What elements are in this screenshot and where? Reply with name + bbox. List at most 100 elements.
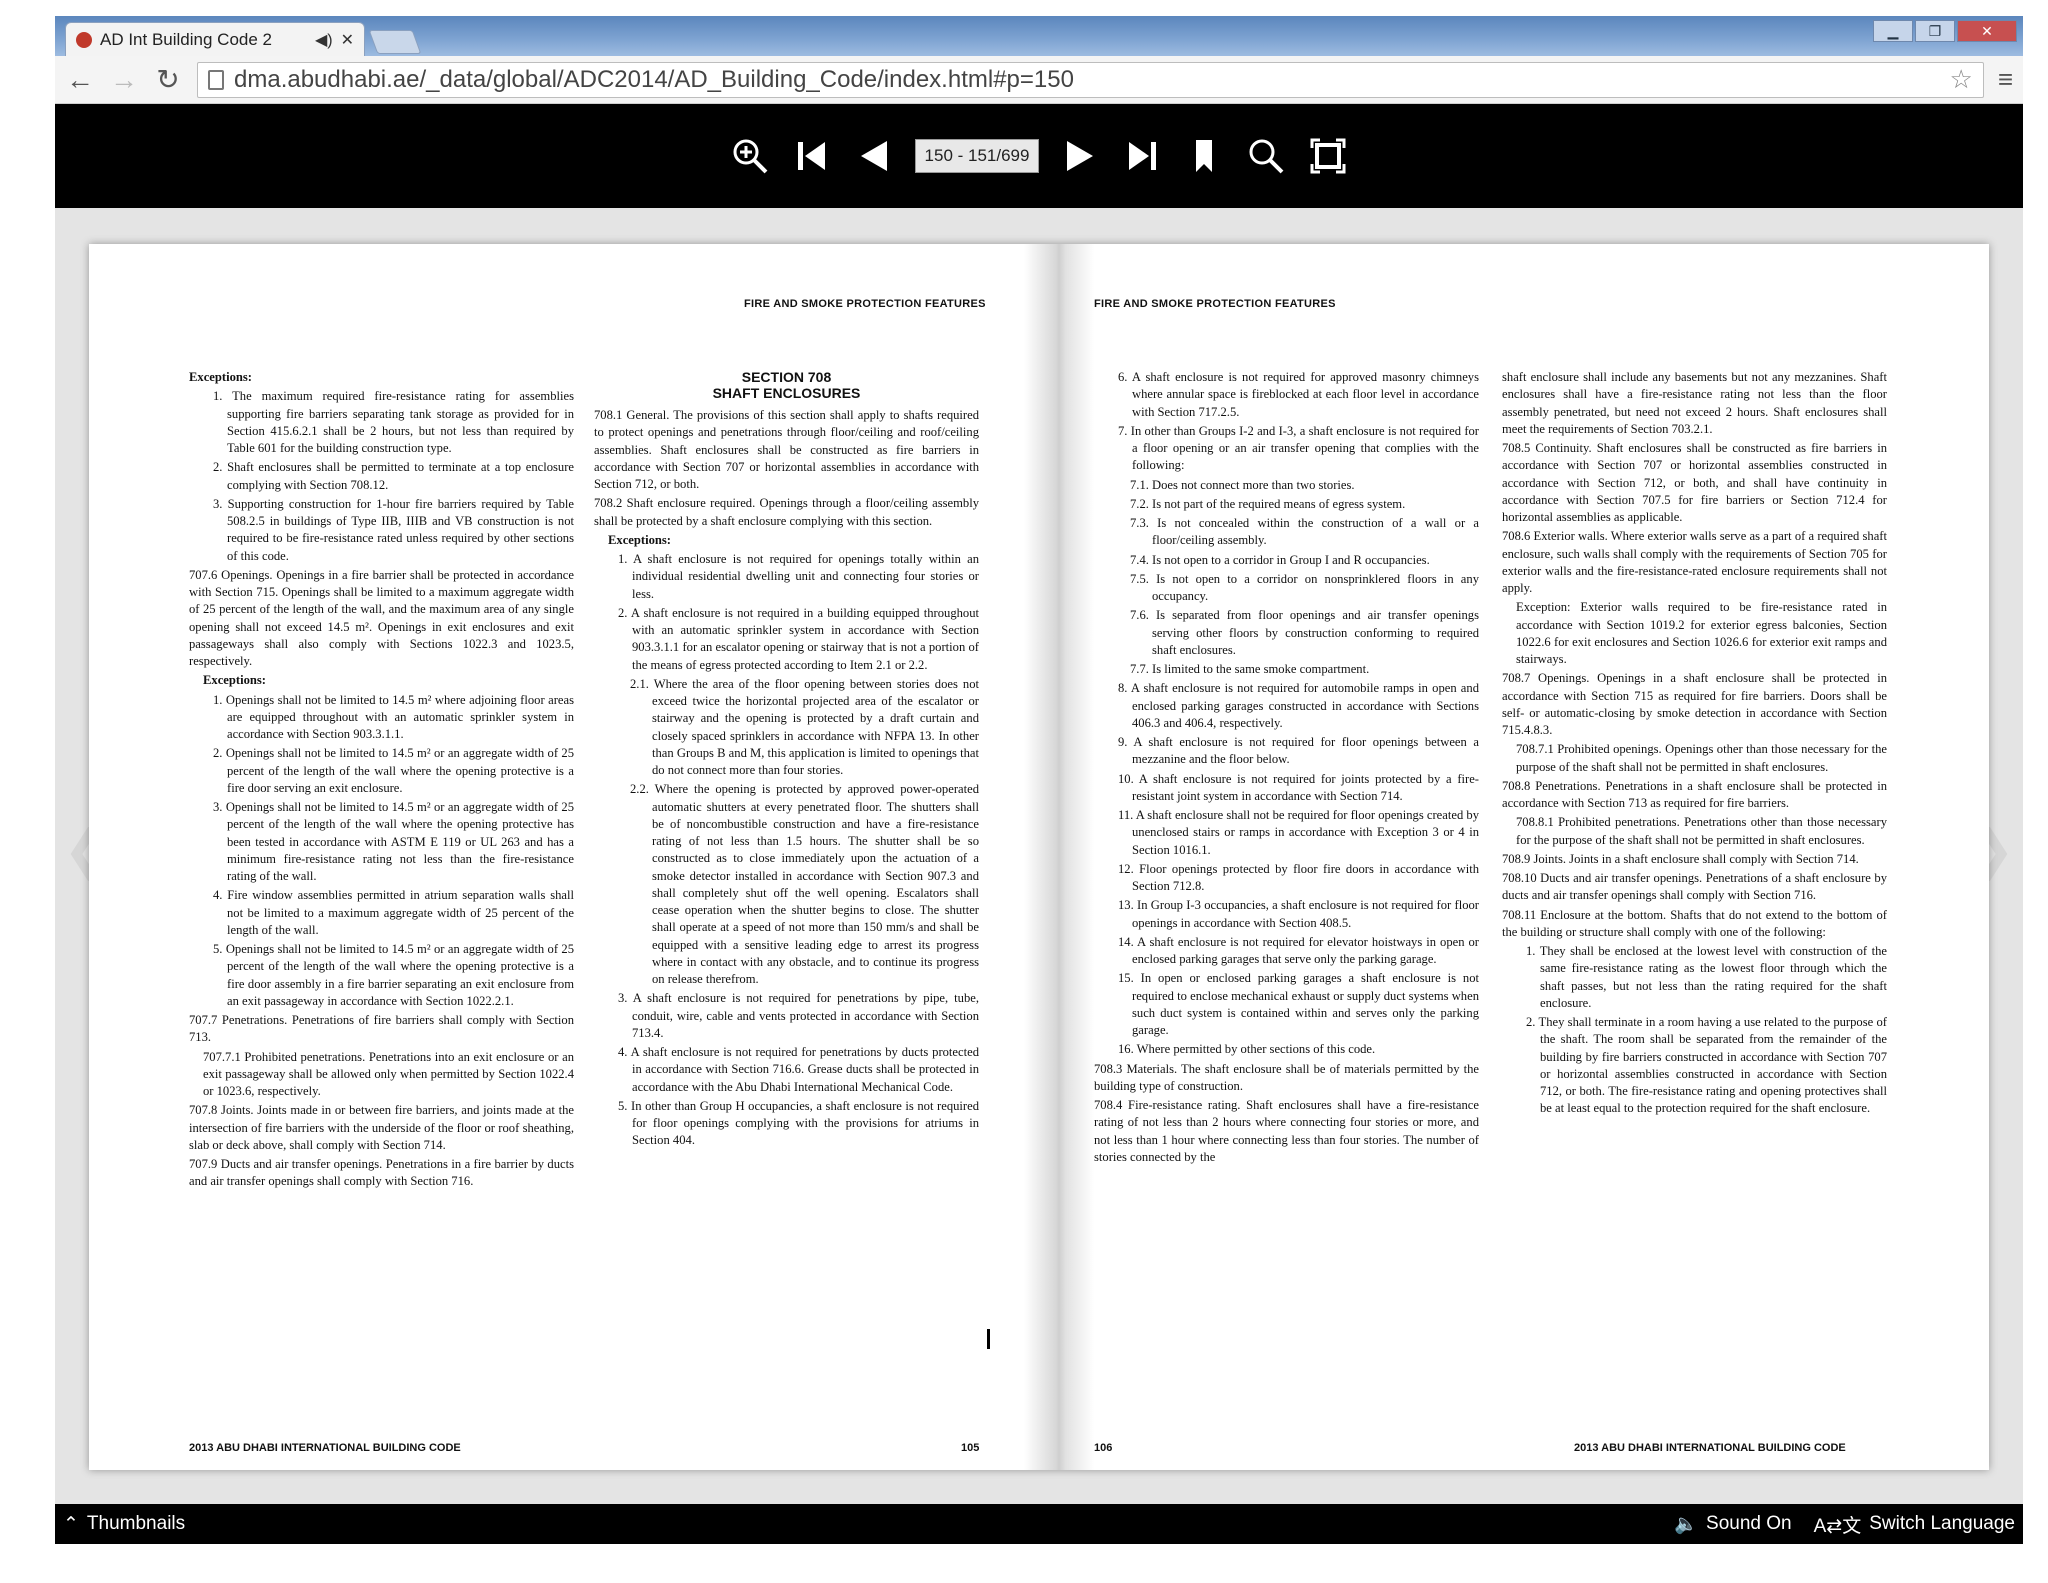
paragraph: 708.11 Enclosure at the bottom. Shafts t… xyxy=(1502,907,1887,939)
url-text[interactable]: dma.abudhabi.ae/_data/global/ADC2014/AD_… xyxy=(234,66,1940,94)
paragraph: 5. Openings shall not be limited to 14.5… xyxy=(213,942,574,1008)
right-page[interactable]: FIRE AND SMOKE PROTECTION FEATURES 6. A … xyxy=(1094,244,1989,1470)
first-page-icon[interactable] xyxy=(791,135,833,177)
paragraph: shaft enclosure shall include any baseme… xyxy=(1502,370,1887,436)
translate-icon: A⇄文 xyxy=(1813,1515,1862,1537)
paragraph: 2. They shall terminate in a room having… xyxy=(1526,1015,1887,1116)
paragraph: 7.3. Is not concealed within the constru… xyxy=(1130,516,1479,548)
paragraph: 1. The maximum required fire-resistance … xyxy=(213,389,574,455)
viewer-toolbar: 150 - 151/699 xyxy=(55,104,2023,208)
switch-language-button[interactable]: A⇄文 Switch Language xyxy=(1814,1511,2015,1538)
paragraph: 11. A shaft enclosure shall not be requi… xyxy=(1118,808,1479,857)
paragraph: 7.7. Is limited to the same smoke compar… xyxy=(1130,662,1370,676)
thumbnails-button[interactable]: ⌃ Thumbnails xyxy=(63,1513,185,1536)
paragraph: 1. They shall be enclosed at the lowest … xyxy=(1526,944,1887,1010)
paragraph: 7.6. Is separated from floor openings an… xyxy=(1130,608,1479,657)
text-cursor xyxy=(987,1329,990,1349)
paragraph: 4. A shaft enclosure is not required for… xyxy=(618,1045,979,1094)
bookmark-icon[interactable] xyxy=(1183,135,1225,177)
right-page-column-1: 6. A shaft enclosure is not required for… xyxy=(1094,369,1479,1168)
paragraph: 3. Openings shall not be limited to 14.5… xyxy=(213,800,574,883)
language-label: Switch Language xyxy=(1869,1513,2015,1534)
paragraph: 708.1 General. The provisions of this se… xyxy=(594,408,979,492)
paragraph: 708.2 Shaft enclosure required. Openings… xyxy=(594,496,979,528)
paragraph: 3. Supporting construction for 1-hour fi… xyxy=(213,496,574,563)
paragraph: 7.1. Does not connect more than two stor… xyxy=(1130,477,1355,492)
minimize-icon[interactable]: ▁ xyxy=(1873,20,1913,42)
paragraph: 7.5. Is not open to a corridor on nonspr… xyxy=(1130,571,1479,603)
window-controls: ▁ ❐ ✕ xyxy=(1873,20,2017,42)
sound-toggle-button[interactable]: 🔈 Sound On xyxy=(1674,1512,1791,1536)
heading: Exceptions: xyxy=(203,673,266,688)
paragraph: 16. Where permitted by other sections of… xyxy=(1118,1042,1376,1057)
paragraph: 6. A shaft enclosure is not required for… xyxy=(1118,370,1479,419)
paragraph: 8. A shaft enclosure is not required for… xyxy=(1118,681,1479,730)
footer-title: 2013 ABU DHABI INTERNATIONAL BUILDING CO… xyxy=(1574,1442,1846,1454)
search-icon[interactable] xyxy=(1245,135,1287,177)
previous-page-icon[interactable] xyxy=(853,135,895,177)
page-number-field[interactable]: 150 - 151/699 xyxy=(915,139,1039,173)
section-title: SECTION 708 SHAFT ENCLOSURES xyxy=(712,369,861,402)
paragraph: 13. In Group I-3 occupancies, a shaft en… xyxy=(1118,898,1479,930)
paragraph: 2.1. Where the area of the floor opening… xyxy=(630,676,979,778)
paragraph: 4. Fire window assemblies permitted in a… xyxy=(213,888,574,937)
paragraph: 708.7.1 Prohibited openings. Openings ot… xyxy=(1516,742,1887,774)
heading: Exceptions: xyxy=(608,532,671,547)
running-head: FIRE AND SMOKE PROTECTION FEATURES xyxy=(1094,298,1336,310)
paragraph: 2. Openings shall not be limited to 14.5… xyxy=(213,746,574,795)
menu-icon[interactable]: ≡ xyxy=(1998,64,2013,95)
paragraph: 707.7 Penetrations. Penetrations of fire… xyxy=(189,1013,574,1045)
close-window-icon[interactable]: ✕ xyxy=(1957,20,2017,42)
paragraph: 708.8.1 Prohibited penetrations. Penetra… xyxy=(1516,815,1887,847)
bookmark-star-icon[interactable]: ☆ xyxy=(1950,64,1973,95)
speaker-icon: 🔈 xyxy=(1674,1514,1699,1535)
zoom-in-icon[interactable] xyxy=(729,135,771,177)
paragraph: 7. In other than Groups I-2 and I-3, a s… xyxy=(1118,423,1479,473)
paragraph: 1. A shaft enclosure is not required for… xyxy=(618,552,979,601)
paragraph: 14. A shaft enclosure is not required fo… xyxy=(1118,934,1479,966)
book-spread: FIRE AND SMOKE PROTECTION FEATURES Excep… xyxy=(89,244,1989,1470)
browser-tab[interactable]: AD Int Building Code 2 ◀) ✕ xyxy=(65,22,365,56)
site-favicon-icon xyxy=(76,31,92,48)
last-page-icon[interactable] xyxy=(1121,135,1163,177)
page-number: 105 xyxy=(961,1442,980,1454)
heading: Exceptions: xyxy=(189,370,252,384)
paragraph: 707.7.1 Prohibited penetrations. Penetra… xyxy=(203,1049,574,1099)
right-page-column-2: shaft enclosure shall include any baseme… xyxy=(1502,369,1887,1120)
paragraph: 9. A shaft enclosure is not required for… xyxy=(1118,735,1479,767)
viewer-footer-bar: ⌃ Thumbnails 🔈 Sound On A⇄文 Switch Langu… xyxy=(55,1504,2023,1544)
paragraph: 7.4. Is not open to a corridor in Group … xyxy=(1130,552,1430,567)
sound-label: Sound On xyxy=(1706,1513,1792,1534)
paragraph: 708.4 Fire-resistance rating. Shaft encl… xyxy=(1094,1098,1479,1164)
paragraph: 12. Floor openings protected by floor fi… xyxy=(1118,861,1479,893)
fullscreen-icon[interactable] xyxy=(1307,135,1349,177)
browser-toolbar: ← → ↻ dma.abudhabi.ae/_data/global/ADC20… xyxy=(55,56,2023,104)
paragraph: 708.5 Continuity. Shaft enclosures shall… xyxy=(1502,441,1887,524)
running-head: FIRE AND SMOKE PROTECTION FEATURES xyxy=(744,298,986,310)
paragraph: 708.9 Joints. Joints in a shaft enclosur… xyxy=(1502,851,1859,866)
forward-icon[interactable]: → xyxy=(109,64,139,96)
book-stage: ❮ ❯ FIRE AND SMOKE PROTECTION FEATURES E… xyxy=(55,208,2023,1504)
paragraph: 2.2. Where the opening is protected by a… xyxy=(630,782,979,987)
tab-title: AD Int Building Code 2 xyxy=(100,29,272,49)
back-icon[interactable]: ← xyxy=(65,64,95,96)
paragraph: 708.8 Penetrations. Penetrations in a sh… xyxy=(1502,778,1887,810)
next-page-icon[interactable] xyxy=(1059,135,1101,177)
left-page-column-1: Exceptions: 1. The maximum required fire… xyxy=(189,369,574,1193)
thumbnails-label: Thumbnails xyxy=(86,1513,186,1534)
paragraph: 708.3 Materials. The shaft enclosure sha… xyxy=(1094,1061,1479,1093)
paragraph: 707.6 Openings. Openings in a fire barri… xyxy=(189,567,574,668)
restore-icon[interactable]: ❐ xyxy=(1915,20,1955,42)
paragraph: 708.10 Ducts and air transfer openings. … xyxy=(1502,871,1887,903)
reload-icon[interactable]: ↻ xyxy=(153,63,183,96)
audio-playing-icon: ◀) xyxy=(314,31,333,49)
address-bar[interactable]: dma.abudhabi.ae/_data/global/ADC2014/AD_… xyxy=(197,61,1984,98)
tab-strip: AD Int Building Code 2 ◀) ✕ ▁ ❐ ✕ xyxy=(55,16,2023,56)
paragraph: 2. Shaft enclosures shall be permitted t… xyxy=(213,460,574,492)
close-tab-icon[interactable]: ✕ xyxy=(341,30,354,50)
new-tab-button[interactable] xyxy=(368,30,422,54)
paragraph: 15. In open or enclosed parking garages … xyxy=(1118,971,1479,1037)
left-page[interactable]: FIRE AND SMOKE PROTECTION FEATURES Excep… xyxy=(89,244,1024,1470)
paragraph: 1. Openings shall not be limited to 14.5… xyxy=(213,692,574,742)
paragraph: 2. A shaft enclosure is not required in … xyxy=(618,605,979,672)
